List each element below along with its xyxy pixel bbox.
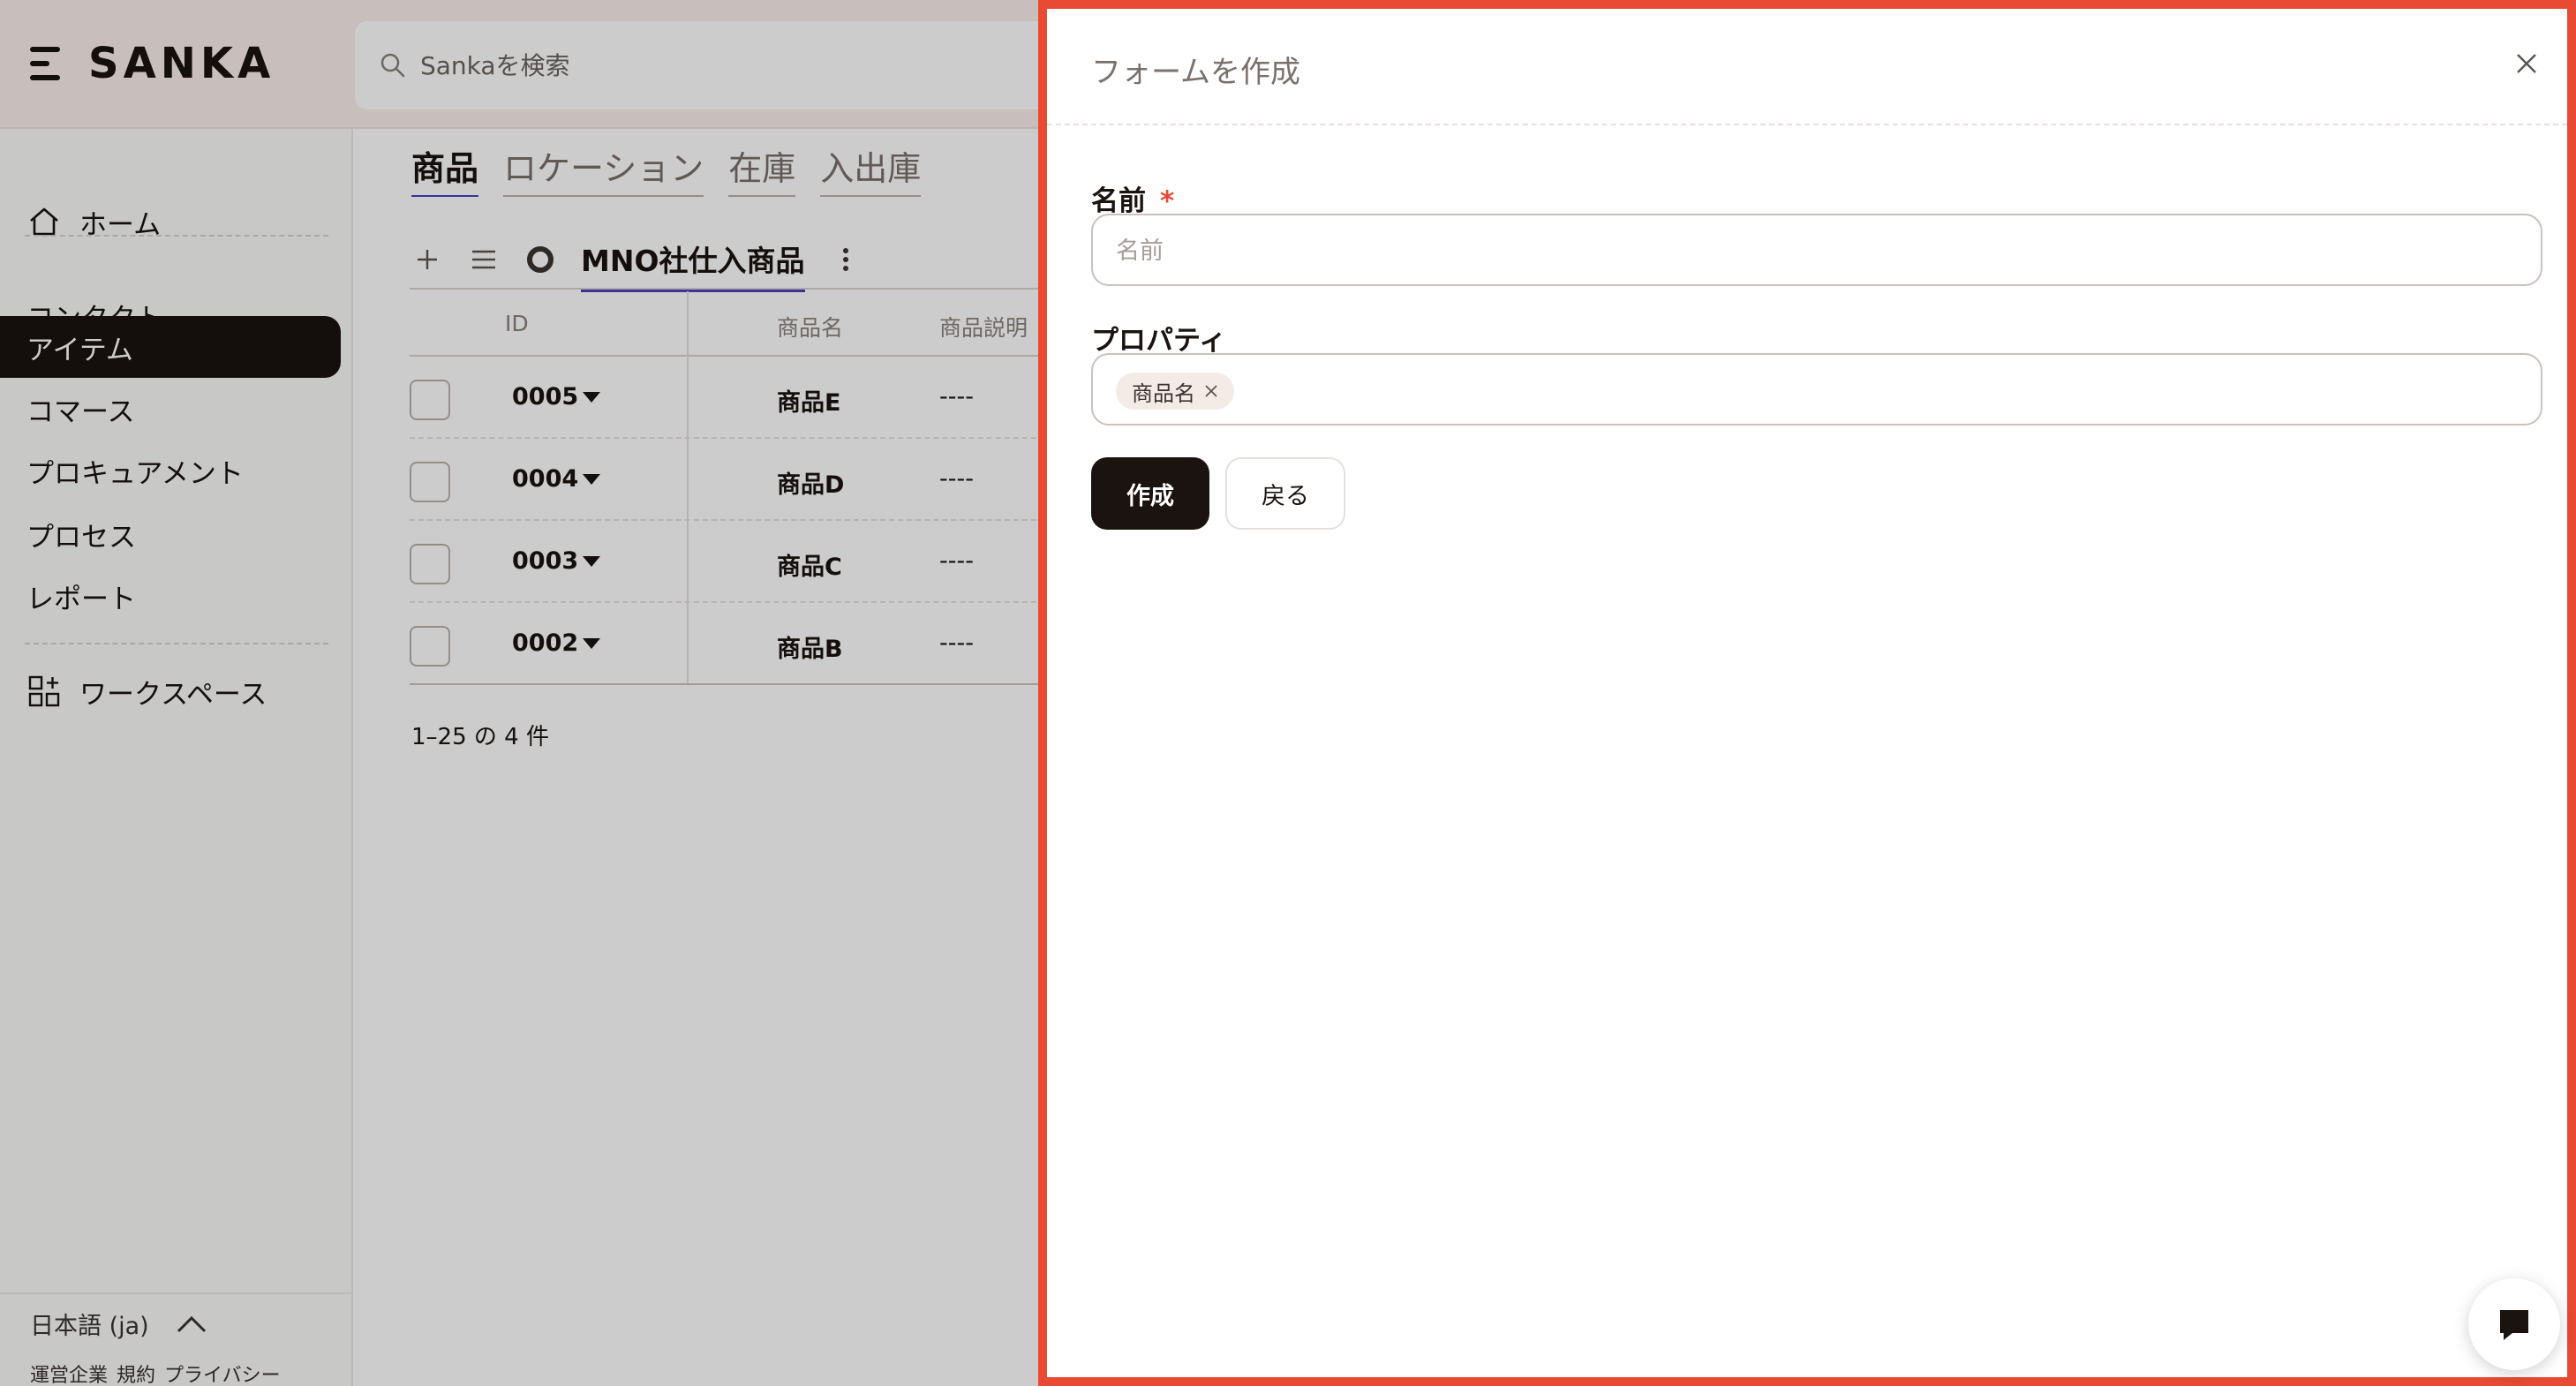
create-button[interactable]: 作成 <box>1091 457 1209 530</box>
property-field-label: プロパティ <box>1091 325 1227 357</box>
create-form-drawer: フォームを作成 名前 * プロパティ 商品名 作成 戻る <box>1038 0 2576 1386</box>
name-label-text: 名前 <box>1091 185 1146 217</box>
modal-backdrop[interactable] <box>0 0 1038 1386</box>
name-field-label: 名前 * <box>1091 178 1174 218</box>
property-multiselect[interactable]: 商品名 <box>1091 353 2542 426</box>
property-chip-label: 商品名 <box>1132 380 1195 406</box>
required-mark: * <box>1160 185 1175 217</box>
chip-remove-icon[interactable] <box>1204 384 1218 398</box>
chat-icon <box>2500 1310 2528 1340</box>
drawer-header: フォームを作成 <box>1047 9 2567 125</box>
drawer-title: フォームを作成 <box>1091 55 1300 90</box>
name-input[interactable] <box>1116 233 2511 268</box>
close-icon[interactable] <box>2509 46 2544 81</box>
back-button[interactable]: 戻る <box>1225 457 1345 530</box>
chat-launcher-button[interactable] <box>2468 1278 2560 1370</box>
property-chip: 商品名 <box>1116 373 1234 410</box>
name-field[interactable] <box>1091 214 2542 286</box>
